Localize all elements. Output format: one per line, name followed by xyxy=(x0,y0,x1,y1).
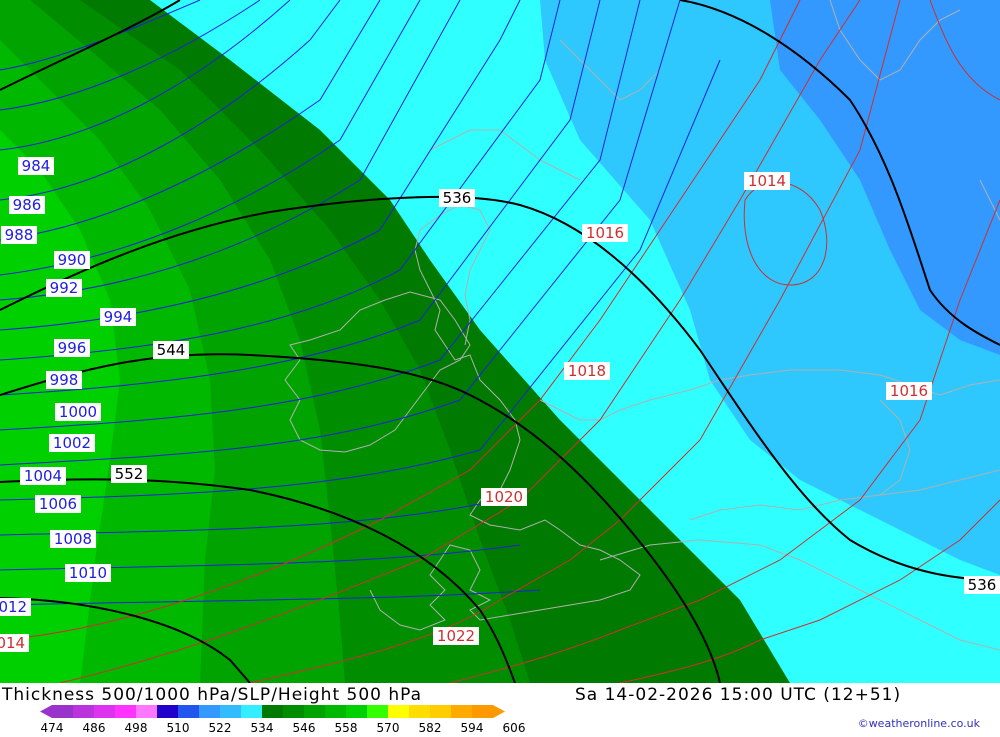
svg-text:536: 536 xyxy=(968,576,997,594)
isobar-label: 992 xyxy=(46,279,82,297)
color-legend: 474 486 498 510 522 534 546 558 570 582 594 606 xyxy=(40,705,525,735)
legend-swatch xyxy=(220,705,241,718)
height-label: 544 xyxy=(153,341,189,359)
isobar-label: 1012 xyxy=(0,598,31,616)
svg-text:1008: 1008 xyxy=(54,530,92,548)
map-datetime: Sa 14-02-2026 15:00 UTC (12+51) xyxy=(575,685,902,705)
legend-swatch xyxy=(451,705,472,718)
svg-text:996: 996 xyxy=(58,339,87,357)
isobar-label: 1018 xyxy=(564,362,610,380)
svg-text:1016: 1016 xyxy=(586,224,624,242)
isobar-label: 994 xyxy=(100,308,136,326)
svg-text:1006: 1006 xyxy=(39,495,77,513)
svg-text:990: 990 xyxy=(58,251,87,269)
legend-swatch xyxy=(472,705,493,718)
legend-swatch xyxy=(136,705,157,718)
svg-text:1012: 1012 xyxy=(0,598,27,616)
svg-text:994: 994 xyxy=(104,308,133,326)
height-label: 536 xyxy=(964,576,1000,594)
legend-swatch xyxy=(367,705,388,718)
svg-text:1002: 1002 xyxy=(53,434,91,452)
legend-swatch xyxy=(241,705,262,718)
svg-text:988: 988 xyxy=(5,226,34,244)
legend-swatch xyxy=(94,705,115,718)
height-label: 552 xyxy=(111,465,147,483)
legend-swatches xyxy=(40,705,505,718)
legend-swatch xyxy=(157,705,178,718)
isobar-label: 1000 xyxy=(55,403,101,421)
isobar-label: 1022 xyxy=(433,627,479,645)
isobar-label: 1002 xyxy=(49,434,95,452)
height-label: 536 xyxy=(439,189,475,207)
svg-text:1010: 1010 xyxy=(69,564,107,582)
svg-text:1000: 1000 xyxy=(59,403,97,421)
isobar-label: 1014 xyxy=(0,634,29,652)
legend-swatch xyxy=(325,705,346,718)
svg-text:986: 986 xyxy=(13,196,42,214)
isobar-label: 998 xyxy=(46,371,82,389)
legend-arrow-left xyxy=(40,705,52,718)
svg-text:1022: 1022 xyxy=(437,627,475,645)
legend-swatch xyxy=(409,705,430,718)
svg-text:1018: 1018 xyxy=(568,362,606,380)
credit-link[interactable]: ©weatheronline.co.uk xyxy=(858,717,980,730)
isobar-label: 1016 xyxy=(886,382,932,400)
map-footer: Thickness 500/1000 hPa/SLP/Height 500 hP… xyxy=(0,683,1000,735)
legend-swatch xyxy=(304,705,325,718)
legend-swatch xyxy=(73,705,94,718)
legend-swatch xyxy=(52,705,73,718)
legend-swatch xyxy=(262,705,283,718)
isobar-label: 1004 xyxy=(20,467,66,485)
map-title: Thickness 500/1000 hPa/SLP/Height 500 hP… xyxy=(2,685,423,705)
isobar-label: 984 xyxy=(18,157,54,175)
isobar-label: 988 xyxy=(1,226,37,244)
isobar-label: 1016 xyxy=(582,224,628,242)
legend-swatch xyxy=(199,705,220,718)
legend-swatch xyxy=(115,705,136,718)
legend-swatch xyxy=(388,705,409,718)
isobar-label: 986 xyxy=(9,196,45,214)
isobar-label: 1010 xyxy=(65,564,111,582)
svg-text:992: 992 xyxy=(50,279,79,297)
svg-text:536: 536 xyxy=(443,189,472,207)
legend-swatch xyxy=(283,705,304,718)
svg-text:1014: 1014 xyxy=(748,172,786,190)
svg-text:998: 998 xyxy=(50,371,79,389)
svg-text:1004: 1004 xyxy=(24,467,62,485)
svg-text:544: 544 xyxy=(157,341,186,359)
isobar-label: 1008 xyxy=(50,530,96,548)
isobar-label: 1006 xyxy=(35,495,81,513)
svg-text:1016: 1016 xyxy=(890,382,928,400)
legend-swatch xyxy=(430,705,451,718)
svg-text:552: 552 xyxy=(115,465,144,483)
svg-text:1014: 1014 xyxy=(0,634,25,652)
legend-swatch xyxy=(178,705,199,718)
isobar-label: 1014 xyxy=(744,172,790,190)
isobar-label: 996 xyxy=(54,339,90,357)
isobar-label: 990 xyxy=(54,251,90,269)
legend-arrow-right xyxy=(493,705,505,718)
legend-swatch xyxy=(346,705,367,718)
svg-text:1020: 1020 xyxy=(485,488,523,506)
weather-map: 984 986 988 990 992 994 996 998 1000 100… xyxy=(0,0,1000,683)
svg-text:984: 984 xyxy=(22,157,51,175)
isobar-label: 1020 xyxy=(481,488,527,506)
